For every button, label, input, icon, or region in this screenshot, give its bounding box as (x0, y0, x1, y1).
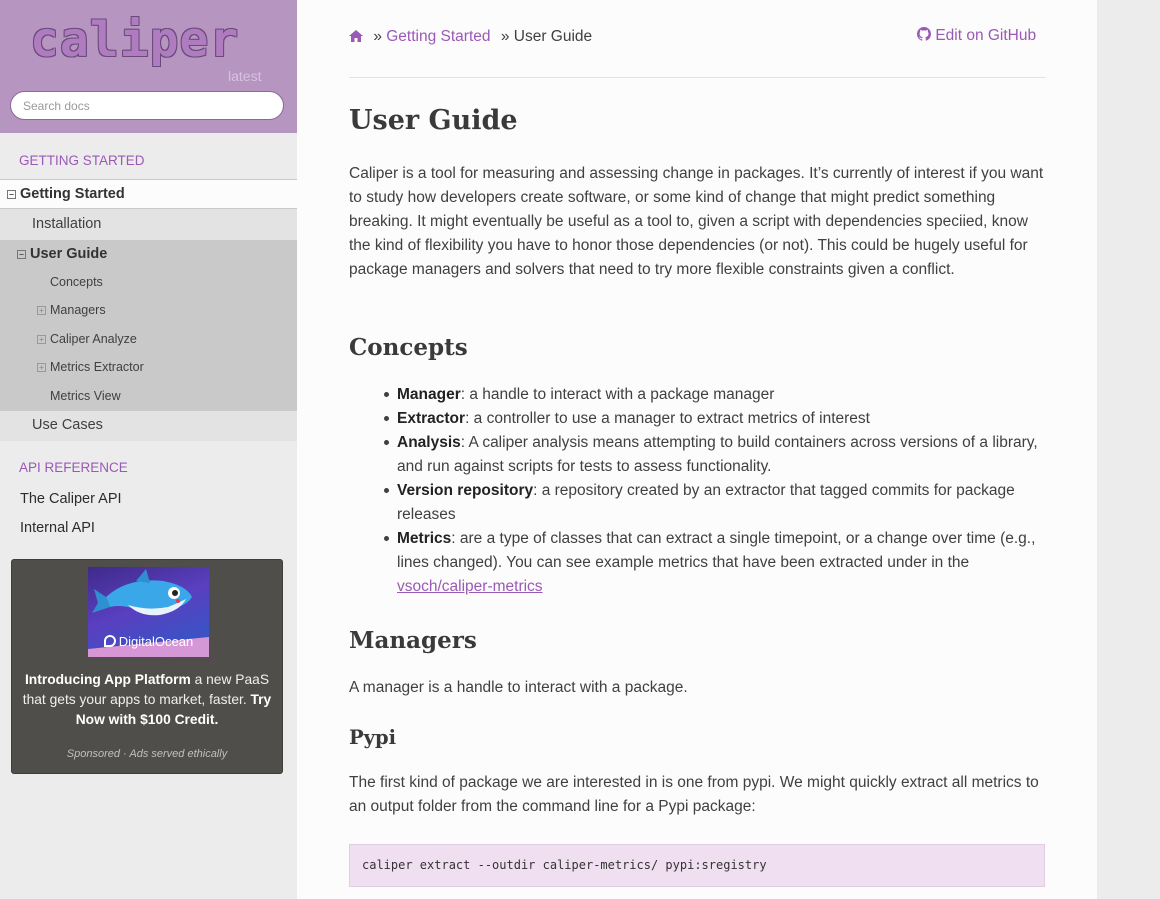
search-input[interactable] (10, 91, 284, 120)
nav-sub-managers[interactable]: + Managers (0, 297, 297, 323)
nav-sub-concepts[interactable]: Concepts (0, 269, 297, 295)
ad-brand: DigitalOcean (88, 634, 209, 649)
nav-installation[interactable]: Installation (0, 209, 297, 240)
managers-paragraph: A manager is a handle to interact with a… (349, 679, 688, 696)
expand-icon[interactable]: + (37, 335, 46, 345)
caliper-metrics-link[interactable]: vsoch/caliper-metrics (397, 578, 543, 595)
github-icon (917, 27, 935, 44)
ad-image[interactable]: DigitalOcean (88, 567, 209, 657)
nav-sub-label: Metrics View (50, 389, 121, 403)
digitalocean-logo-icon (103, 635, 116, 647)
pypi-paragraph: The first kind of package we are interes… (349, 774, 1039, 815)
caption-getting-started: GETTING STARTED (19, 153, 145, 168)
breadcrumb-current: User Guide (513, 28, 593, 45)
concept-term: Version repository (397, 482, 534, 499)
divider (349, 77, 1046, 78)
nav-user-guide-label: User Guide (30, 246, 108, 262)
concept-term: Analysis (397, 434, 461, 451)
list-item: Metrics: are a type of classes that can … (384, 527, 1046, 599)
ad-copy[interactable]: Introducing App Platform a new PaaS that… (18, 670, 276, 730)
concept-term: Manager (397, 386, 461, 403)
sidebar: caliper latest GETTING STARTED −Getting … (0, 0, 297, 899)
logo-text: caliper (30, 12, 240, 68)
collapse-icon[interactable]: − (7, 189, 16, 199)
breadcrumb-getting-started[interactable]: Getting Started (386, 28, 490, 45)
edit-on-github-link[interactable]: Edit on GitHub (917, 27, 1036, 45)
ad-brand-text: DigitalOcean (118, 634, 194, 649)
ad-footer[interactable]: Sponsored · Ads served ethically (12, 748, 282, 760)
collapse-icon[interactable]: − (17, 249, 26, 259)
version-label: latest (228, 68, 262, 84)
nav-sub-label: Metrics Extractor (50, 360, 144, 374)
intro-paragraph: Caliper is a tool for measuring and asse… (349, 165, 1044, 278)
concepts-list: Manager: a handle to interact with a pac… (349, 383, 1046, 599)
nav-use-cases-label: Use Cases (32, 417, 103, 433)
page-title: User Guide (349, 105, 518, 136)
list-item: Extractor: a controller to use a manager… (384, 407, 1046, 431)
list-item: Analysis: A caliper analysis means attem… (384, 431, 1046, 479)
ad-strong-1: Introducing App Platform (24, 672, 191, 687)
concept-term: Extractor (397, 410, 466, 427)
nav-internal-api[interactable]: Internal API (20, 520, 95, 536)
nav-getting-started[interactable]: − Getting Started (0, 179, 297, 209)
code-block[interactable]: caliper extract --outdir caliper-metrics… (349, 844, 1045, 887)
sponsored-ad[interactable]: DigitalOcean Introducing App Platform a … (11, 559, 283, 774)
breadcrumb-separator: » (373, 28, 382, 45)
home-icon[interactable] (349, 28, 367, 45)
list-item: Manager: a handle to interact with a pac… (384, 383, 1046, 407)
nav-user-guide[interactable]: − User Guide (0, 240, 297, 268)
right-gutter (1097, 0, 1160, 899)
caption-api-reference: API REFERENCE (19, 460, 128, 475)
concept-desc: : a handle to interact with a package ma… (460, 386, 775, 403)
concept-desc: : are a type of classes that can extract… (397, 530, 1036, 571)
nav-sub-label: Caliper Analyze (50, 332, 137, 346)
nav-sub-label: Concepts (50, 275, 103, 289)
sidebar-header: caliper latest (0, 0, 297, 133)
nav-sub-metrics-view[interactable]: Metrics View (0, 383, 297, 409)
main-content: » Getting Started » User Guide Edit on G… (297, 0, 1097, 899)
caliper-logo[interactable]: caliper latest (30, 8, 261, 84)
concept-term: Metrics (397, 530, 452, 547)
breadcrumb: » Getting Started » User Guide (349, 28, 592, 46)
pypi-heading: Pypi (349, 726, 397, 749)
managers-heading: Managers (349, 627, 477, 654)
nav-getting-started-label: Getting Started (20, 186, 125, 202)
concept-desc: : a controller to use a manager to extra… (465, 410, 870, 427)
concept-desc: : A caliper analysis means attempting to… (397, 434, 1038, 475)
nav-use-cases[interactable]: Use Cases (0, 411, 297, 441)
nav-sub-label: Managers (50, 303, 106, 317)
expand-icon[interactable]: + (37, 363, 46, 373)
nav-installation-label: Installation (32, 216, 102, 232)
edit-on-github-label: Edit on GitHub (935, 27, 1037, 44)
concepts-heading: Concepts (349, 334, 468, 361)
list-item: Version repository: a repository created… (384, 479, 1046, 527)
nav-sub-metrics-extractor[interactable]: + Metrics Extractor (0, 354, 297, 380)
breadcrumb-separator: » (500, 28, 510, 45)
nav-sub-caliper-analyze[interactable]: + Caliper Analyze (0, 326, 297, 352)
expand-icon[interactable]: + (37, 306, 46, 316)
nav-caliper-api[interactable]: The Caliper API (20, 491, 122, 507)
